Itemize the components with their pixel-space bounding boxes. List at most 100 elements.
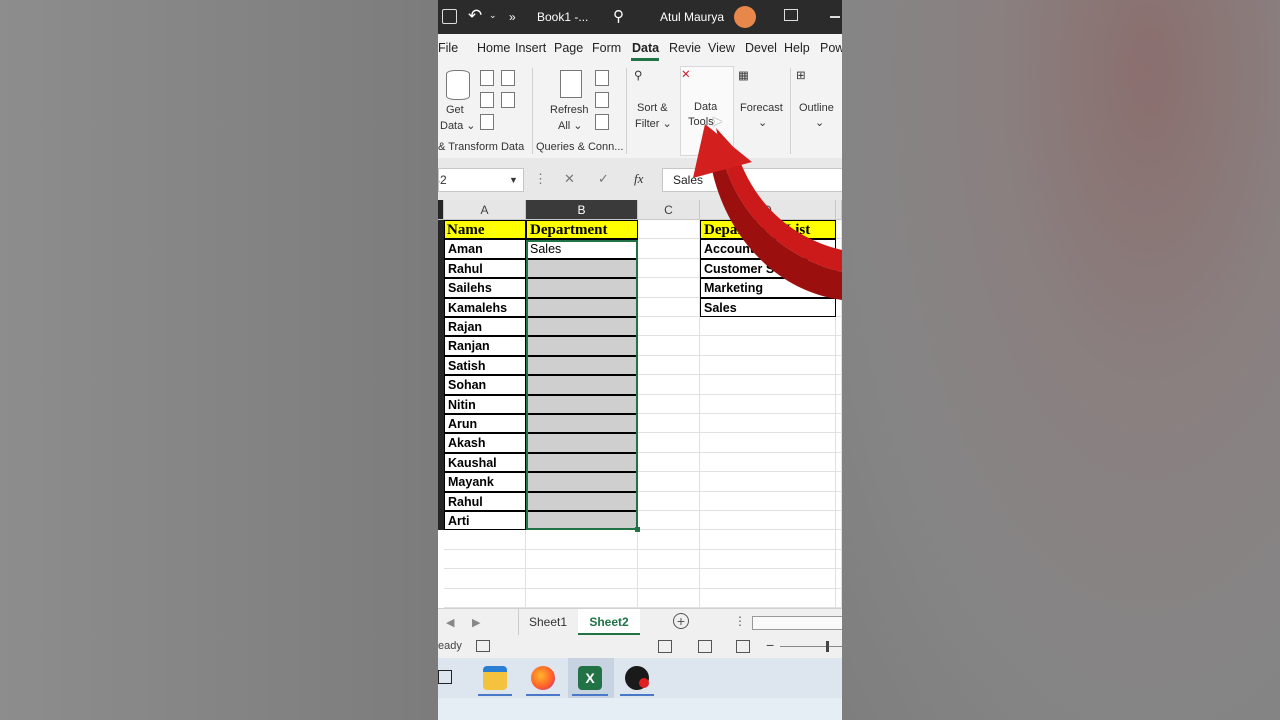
cell-d15[interactable] [700, 491, 836, 511]
cell-e14[interactable] [836, 472, 842, 492]
save-icon[interactable] [442, 9, 457, 24]
cell-d1[interactable]: Department List [700, 220, 836, 240]
cell-a2[interactable]: Aman [444, 239, 526, 259]
existing-connections-icon[interactable] [480, 114, 494, 130]
cell-d14[interactable] [700, 472, 836, 492]
cell-a12[interactable]: Akash [444, 433, 526, 453]
cell-a11[interactable]: Arun [444, 414, 526, 434]
column-header-a[interactable]: A [444, 200, 526, 220]
cell-d9[interactable] [700, 375, 836, 395]
cell-d4[interactable]: Marketing [700, 278, 836, 298]
cell-a14[interactable]: Mayank [444, 472, 526, 492]
cell-d7[interactable] [700, 336, 836, 356]
excel-icon[interactable]: X [578, 666, 602, 690]
task-view-icon[interactable] [438, 670, 452, 684]
prev-sheet-icon[interactable]: ◀ [446, 616, 454, 629]
column-header-c[interactable]: C [638, 200, 700, 220]
cell-d2[interactable]: Accounts [700, 239, 836, 259]
page-layout-icon[interactable] [698, 640, 712, 653]
cell-c18[interactable] [638, 549, 700, 570]
cell-a17[interactable] [444, 530, 526, 550]
cell-a3[interactable]: Rahul [444, 258, 526, 279]
more-options-icon[interactable]: ⋮ [534, 171, 547, 187]
cell-c4[interactable] [638, 278, 700, 298]
cell-d16[interactable] [700, 511, 836, 531]
sort-filter-button[interactable]: ⚲ Sort & Filter ⌄ [634, 68, 674, 130]
column-header-e[interactable] [836, 200, 842, 220]
search-icon[interactable]: ⚲ [613, 7, 624, 25]
name-box-dropdown-icon[interactable]: ▼ [509, 169, 518, 191]
cell-c12[interactable] [638, 433, 700, 453]
cell-c14[interactable] [638, 472, 700, 492]
tab-file[interactable]: File [438, 41, 458, 55]
zoom-slider[interactable] [780, 646, 842, 647]
enter-icon[interactable]: ✓ [598, 171, 609, 187]
cell-e13[interactable] [836, 452, 842, 473]
insert-function-icon[interactable]: fx [634, 171, 643, 187]
cell-d5[interactable]: Sales [700, 297, 836, 317]
cell-e1[interactable] [836, 220, 842, 240]
data-tools-button[interactable]: ✕ Data Tools ➤ [680, 66, 734, 156]
cell-d10[interactable] [700, 394, 836, 414]
tab-insert[interactable]: Insert [515, 41, 546, 55]
cell-a5[interactable]: Kamalehs [444, 297, 526, 317]
minimize-icon[interactable] [830, 16, 840, 18]
fill-handle[interactable] [635, 527, 640, 532]
cell-d12[interactable] [700, 433, 836, 453]
formula-input[interactable]: Sales [662, 168, 842, 192]
cell-e7[interactable] [836, 336, 842, 356]
cell-a15[interactable]: Rahul [444, 491, 526, 511]
cell-b19[interactable] [526, 569, 638, 589]
cell-c13[interactable] [638, 452, 700, 473]
cell-c17[interactable] [638, 530, 700, 550]
cell-b18[interactable] [526, 549, 638, 570]
cell-b20[interactable] [526, 588, 638, 608]
from-web-icon[interactable] [501, 70, 515, 86]
horizontal-scrollbar[interactable] [752, 616, 842, 630]
file-explorer-icon[interactable] [483, 666, 507, 690]
cell-a10[interactable]: Nitin [444, 394, 526, 414]
normal-view-icon[interactable] [658, 640, 672, 653]
next-sheet-icon[interactable]: ▶ [472, 616, 480, 629]
accessibility-icon[interactable] [476, 640, 490, 652]
tab-page[interactable]: Page [554, 41, 583, 55]
cancel-icon[interactable]: ✕ [564, 171, 575, 187]
cell-e11[interactable] [836, 414, 842, 434]
sheet-tab-sheet1[interactable]: Sheet1 [518, 609, 577, 635]
tab-developer[interactable]: Devel [745, 41, 777, 55]
cell-d6[interactable] [700, 317, 836, 337]
zoom-slider-thumb[interactable] [826, 641, 829, 652]
cell-a4[interactable]: Sailehs [444, 278, 526, 298]
cell-e12[interactable] [836, 433, 842, 453]
sheet-tab-sheet2[interactable]: Sheet2 [578, 609, 640, 635]
cell-c7[interactable] [638, 336, 700, 356]
cell-c9[interactable] [638, 375, 700, 395]
cell-c11[interactable] [638, 414, 700, 434]
tab-home[interactable]: Home [477, 41, 510, 55]
cell-a19[interactable] [444, 569, 526, 589]
cell-e3[interactable] [836, 258, 842, 279]
cell-d18[interactable] [700, 549, 836, 570]
cell-e2[interactable] [836, 239, 842, 259]
cell-a8[interactable]: Satish [444, 355, 526, 376]
cell-d8[interactable] [700, 355, 836, 376]
cell-a7[interactable]: Ranjan [444, 336, 526, 356]
cell-d19[interactable] [700, 569, 836, 589]
cell-a9[interactable]: Sohan [444, 375, 526, 395]
properties-icon[interactable] [595, 92, 609, 108]
tab-help[interactable]: Help [784, 41, 810, 55]
cell-a18[interactable] [444, 549, 526, 570]
cell-e17[interactable] [836, 530, 842, 550]
page-break-icon[interactable] [736, 640, 750, 653]
zoom-out-icon[interactable]: − [766, 637, 774, 653]
cell-e5[interactable] [836, 297, 842, 317]
cell-c6[interactable] [638, 317, 700, 337]
column-header-b[interactable]: B [526, 200, 638, 220]
cell-a16[interactable]: Arti [444, 511, 526, 531]
tab-review[interactable]: Revie [669, 41, 701, 55]
avatar[interactable] [734, 6, 756, 28]
cell-a1[interactable]: Name [444, 220, 526, 240]
cell-c10[interactable] [638, 394, 700, 414]
tab-view[interactable]: View [708, 41, 735, 55]
cell-e18[interactable] [836, 549, 842, 570]
